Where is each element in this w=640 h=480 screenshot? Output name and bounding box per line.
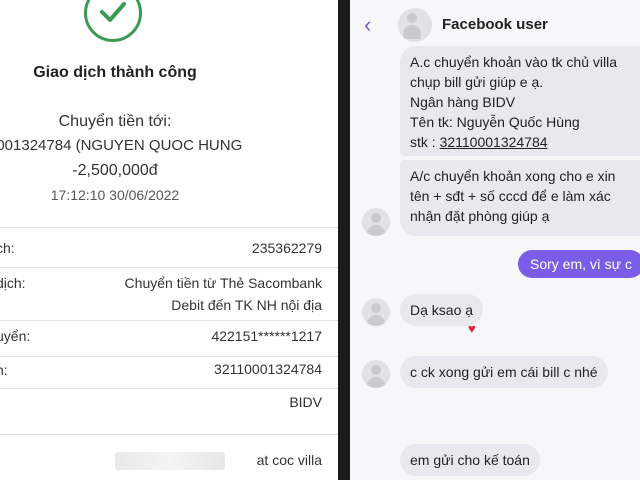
transaction-datetime: 17:12:10 30/06/2022 [50,187,180,203]
message-line: A/c chuyển khoản xong cho e xin [410,168,616,184]
receipt-panel: Giao dịch thành công Chuyển tiền tới: 00… [0,0,338,480]
detail-row: uyển: 422151******1217 [0,320,338,357]
chevron-left-icon[interactable]: ‹ [364,12,371,38]
detail-key: n: [0,362,8,378]
detail-row: dịch: Chuyển tiền từ Thẻ Sacombank Debit… [0,267,338,318]
message-line: Ngân hàng BIDV [410,94,516,110]
divider [338,0,350,480]
heart-reaction-icon[interactable]: ♥ [468,321,476,336]
message-bubble: c ck xong gửi em cái bill c nhé [400,356,608,388]
message-bubble: em gửi cho kế toán [400,444,540,476]
message-line: stk : 32110001324784 [410,132,640,152]
avatar [362,298,390,326]
detail-row: : BIDV [0,388,338,429]
detail-value-line: Debit đến TK NH nội địa [171,297,322,313]
detail-value: BIDV [289,394,322,410]
transfer-amount: -2,500,000đ [72,162,158,179]
detail-value: 32110001324784 [214,361,322,377]
message-line: nhận đặt phòng giúp ạ [410,208,550,224]
recipient-account: 0001324784 (NGUYEN QUOC HUNG [0,137,243,154]
blurred-text [115,452,225,470]
avatar[interactable] [398,8,432,42]
message-bubble: A.c chuyển khoản vào tk chủ villa chụp b… [400,46,640,156]
message-bubble: A/c chuyển khoản xong cho e xin tên + sđ… [400,160,640,236]
detail-value: 422151******1217 [211,328,322,344]
detail-value: at coc villa [256,452,322,468]
detail-value: 235362279 [251,240,322,256]
avatar [362,208,390,236]
transfer-to-label: Chuyển tiền tới: [58,113,172,130]
success-check-icon [84,0,142,42]
chat-username[interactable]: Facebook user [442,16,548,33]
message-line: chụp bill gửi giúp e ạ. [410,74,544,90]
detail-value-multiline: Chuyển tiền từ Thẻ Sacombank Debit đến T… [125,272,322,316]
detail-key: uyển: [0,328,31,344]
message-line: A.c chuyển khoản vào tk chủ villa [410,54,618,70]
avatar [362,360,390,388]
detail-row: ch: 235362279 [0,227,338,268]
message-line: Tên tk: Nguyễn Quốc Hùng [410,114,580,130]
detail-key: ch: [0,240,15,256]
my-message-bubble: Sory em, vì sự c [518,250,640,278]
chat-panel: ‹ Facebook user A.c chuyển khoản vào tk … [350,0,640,480]
transaction-status: Giao dịch thành công [33,64,197,81]
message-line: tên + sđt + số cccd để e làm xác [410,188,611,204]
detail-value-line: Chuyển tiền từ Thẻ Sacombank [124,275,322,291]
detail-key: dịch: [0,275,26,291]
account-number-link[interactable]: 32110001324784 [440,134,548,150]
detail-row: n: 32110001324784 [0,356,338,389]
account-number-label: stk : [410,134,440,150]
